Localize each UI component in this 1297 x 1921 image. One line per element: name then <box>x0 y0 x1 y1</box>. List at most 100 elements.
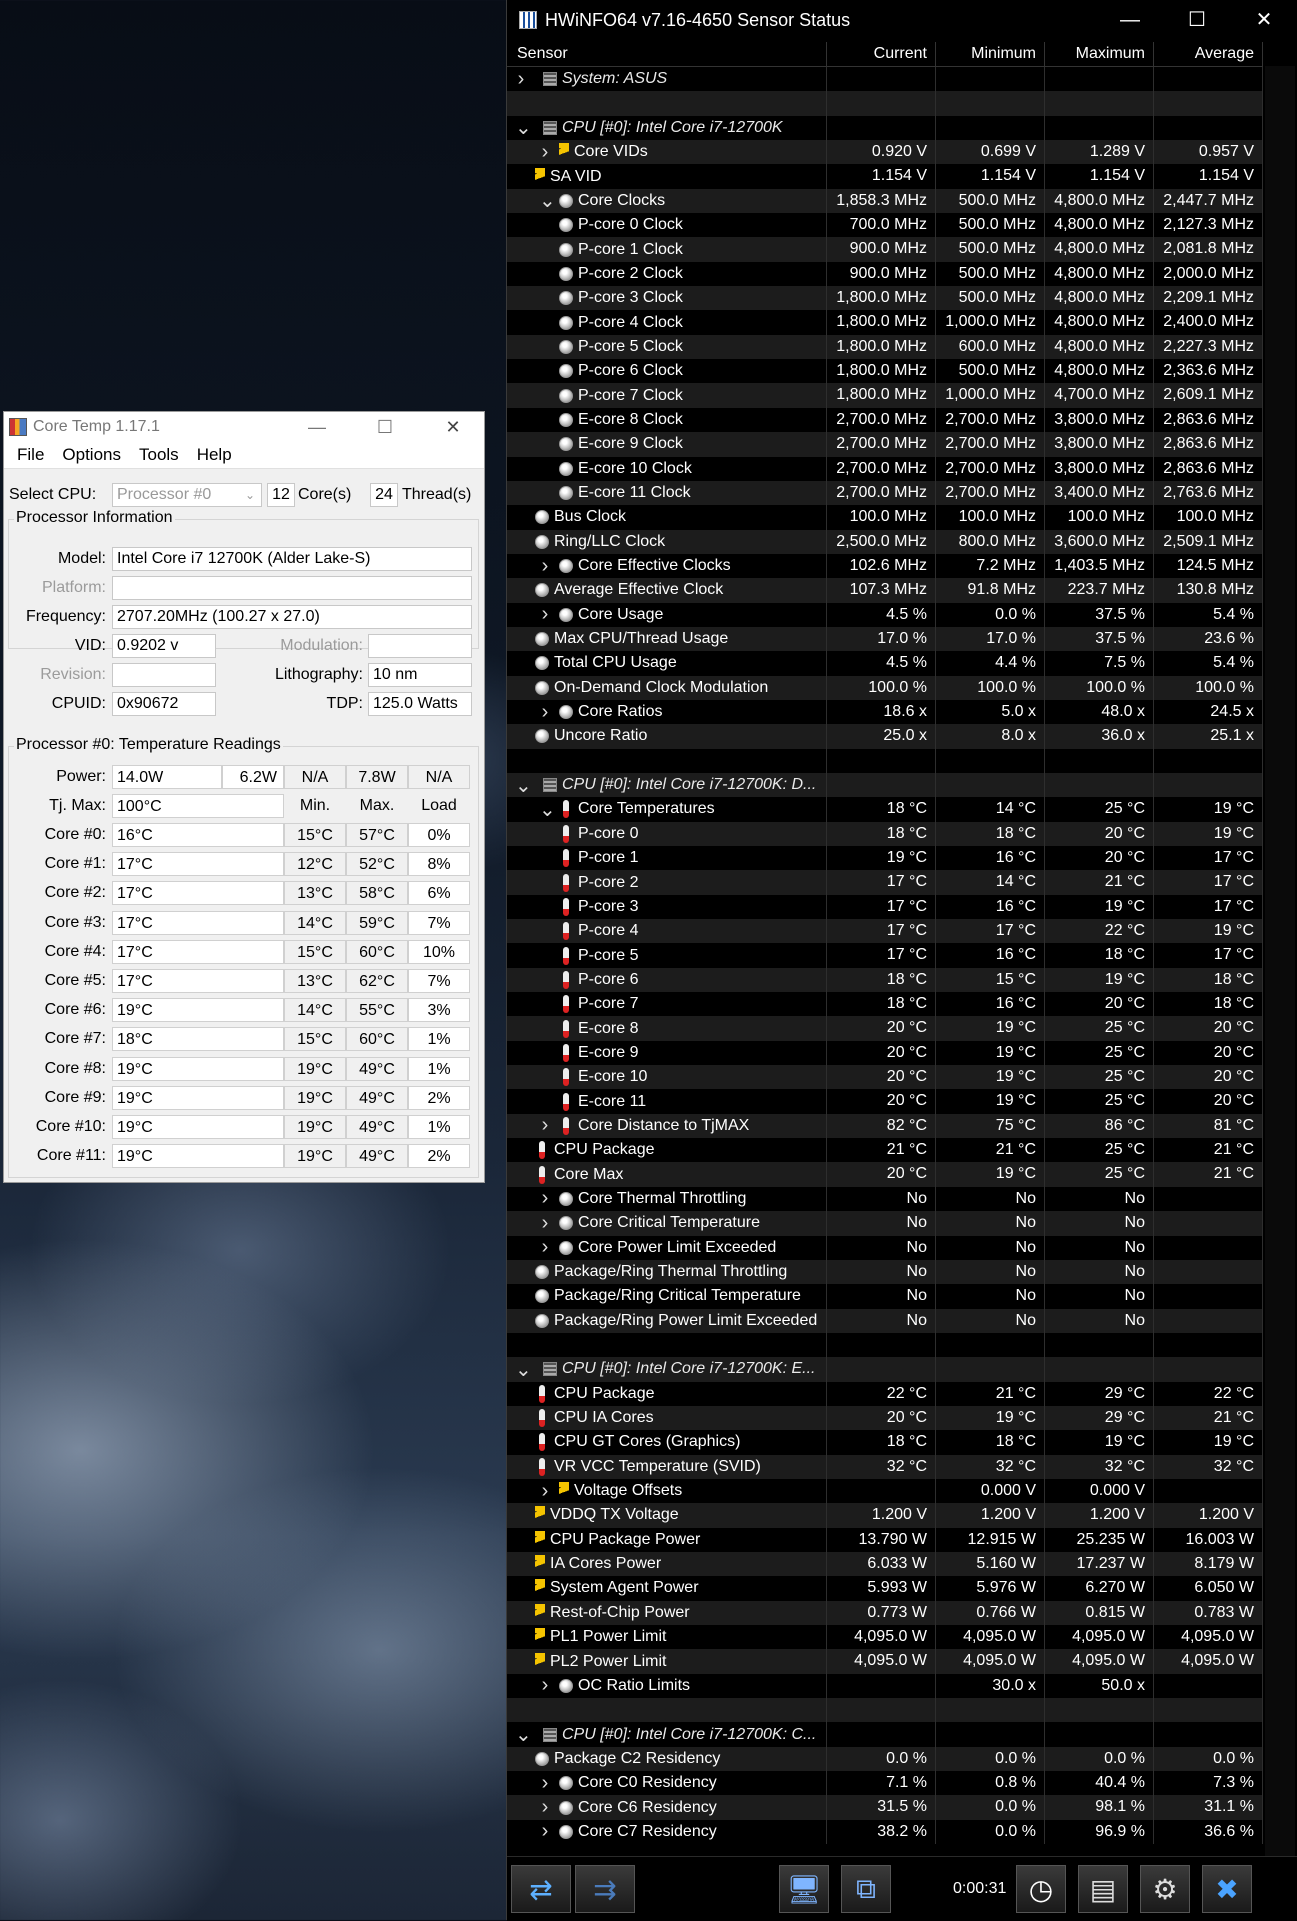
sensor-row[interactable]: ⌄ CPU [#0]: Intel Core i7-12700K: D... <box>507 772 1263 798</box>
col-maximum[interactable]: Maximum <box>1045 42 1154 66</box>
sensor-row[interactable]: On-Demand Clock Modulation 100.0 % 100.0 %… <box>507 675 1263 700</box>
sensor-row[interactable]: P-core 0 Clock 700.0 MHz 500.0 MHz 4,800.0 … <box>507 213 1263 238</box>
sensor-row[interactable]: Uncore Ratio 25.0 x 8.0 x 36.0 x 25.1 x <box>507 724 1263 749</box>
col-sensor[interactable]: Sensor <box>507 42 827 66</box>
sensor-row[interactable]: PL2 Power Limit 4,095.0 W 4,095.0 W 4,095.0… <box>507 1649 1263 1674</box>
sensor-row[interactable]: › Core Power Limit Exceeded No No No <box>507 1235 1263 1260</box>
collapse-chevron-icon[interactable]: ⌄ <box>539 797 556 821</box>
sensor-row[interactable]: E-core 8 Clock 2,700.0 MHz 2,700.0 MHz 3,80… <box>507 407 1263 433</box>
maximize-icon[interactable]: ☐ <box>362 412 408 442</box>
expand-chevron-icon[interactable]: › <box>539 1187 551 1210</box>
expand-chevron-icon[interactable]: › <box>539 603 551 626</box>
expand-chevron-icon[interactable]: › <box>539 1772 551 1795</box>
sensor-row[interactable]: E-core 10 20 °C 19 °C 25 °C 20 °C <box>507 1065 1263 1090</box>
sensor-row[interactable]: P-core 3 17 °C 16 °C 19 °C 17 °C <box>507 894 1263 920</box>
sensor-row[interactable]: › Core Thermal Throttling No No No <box>507 1186 1263 1212</box>
sensor-row[interactable]: SA VID 1.154 V 1.154 V 1.154 V 1.154 V <box>507 164 1263 189</box>
col-current[interactable]: Current <box>827 42 936 66</box>
collapse-chevron-icon[interactable]: ⌄ <box>515 1357 532 1381</box>
sensor-row[interactable]: IA Cores Power 6.033 W 5.160 W 17.237 W 8.17… <box>507 1551 1263 1577</box>
sensor-row[interactable]: E-core 9 20 °C 19 °C 25 °C 20 °C <box>507 1040 1263 1066</box>
sensor-row[interactable]: › Core C0 Residency 7.1 % 0.8 % 40.4 % 7.3 % <box>507 1771 1263 1796</box>
sensor-row[interactable]: Package C2 Residency 0.0 % 0.0 % 0.0 % 0.0 % <box>507 1746 1263 1772</box>
sensor-row[interactable]: Total CPU Usage 4.5 % 4.4 % 7.5 % 5.4 % <box>507 651 1263 676</box>
sensor-row[interactable]: › Core Critical Temperature No No No <box>507 1211 1263 1236</box>
sensor-row[interactable]: › Core Effective Clocks 102.6 MHz 7.2 MHz 1,… <box>507 553 1263 579</box>
sensor-row[interactable]: VDDQ TX Voltage 1.200 V 1.200 V 1.200 V 1.20… <box>507 1503 1263 1528</box>
network-button[interactable]: 🖥 <box>779 1865 829 1913</box>
expand-chevron-icon[interactable]: › <box>539 1674 551 1697</box>
settings-button[interactable]: ⚙ <box>1140 1865 1190 1913</box>
sensor-row[interactable]: CPU Package 21 °C 21 °C 25 °C 21 °C <box>507 1138 1263 1163</box>
sensor-row[interactable]: P-core 2 Clock 900.0 MHz 500.0 MHz 4,800.0 … <box>507 261 1263 287</box>
sensor-row[interactable]: P-core 2 17 °C 14 °C 21 °C 17 °C <box>507 870 1263 895</box>
sensor-row[interactable]: PL1 Power Limit 4,095.0 W 4,095.0 W 4,095.0… <box>507 1625 1263 1650</box>
sensor-row[interactable]: › Core Distance to TjMAX 82 °C 75 °C 86 °C 81… <box>507 1113 1263 1139</box>
sensor-row[interactable]: P-core 4 Clock 1,800.0 MHz 1,000.0 MHz 4,80… <box>507 310 1263 335</box>
select-cpu-dropdown[interactable]: Processor #0 ⌄ <box>112 483 262 507</box>
sensor-row[interactable]: Ring/LLC Clock 2,500.0 MHz 800.0 MHz 3,600.… <box>507 529 1263 554</box>
expand-chevron-icon[interactable]: › <box>539 1114 551 1137</box>
sensor-row[interactable]: P-core 7 Clock 1,800.0 MHz 1,000.0 MHz 4,70… <box>507 383 1263 408</box>
expand-chevron-icon[interactable]: › <box>539 1236 551 1259</box>
sensor-row[interactable]: P-core 7 18 °C 16 °C 20 °C 18 °C <box>507 992 1263 1017</box>
sensor-row[interactable]: CPU Package 22 °C 21 °C 29 °C 22 °C <box>507 1381 1263 1406</box>
collapse-chevron-icon[interactable]: ⌄ <box>515 773 532 797</box>
navigate-arrows-button[interactable]: ⇄ <box>511 1865 571 1913</box>
expand-chevron-icon[interactable]: › <box>539 1480 551 1503</box>
sensor-row[interactable]: System Agent Power 5.993 W 5.976 W 6.270 W6… <box>507 1576 1263 1601</box>
sensor-row[interactable]: CPU IA Cores 20 °C 19 °C 29 °C 21 °C <box>507 1405 1263 1431</box>
sensor-row[interactable]: P-core 5 17 °C 16 °C 18 °C 17 °C <box>507 943 1263 968</box>
sensor-row[interactable]: › System: ASUS <box>507 67 1263 92</box>
minimize-icon[interactable]: — <box>1100 0 1160 40</box>
sensor-row[interactable]: › Core Ratios 18.6 x 5.0 x 48.0 x 24.5 x <box>507 699 1263 725</box>
sensor-row[interactable]: ⌄ Core Clocks 1,858.3 MHz 500.0 MHz 4,800.0 … <box>507 188 1263 214</box>
sensor-row[interactable]: P-core 6 18 °C 15 °C 19 °C 18 °C <box>507 967 1263 993</box>
sensor-row[interactable]: ⌄ CPU [#0]: Intel Core i7-12700K: E... <box>507 1357 1263 1382</box>
sensor-row[interactable]: › Core VIDs 0.920 V 0.699 V 1.289 V 0.957 V <box>507 140 1263 165</box>
collapse-chevron-icon[interactable]: ⌄ <box>515 116 532 140</box>
log-button[interactable]: ▤ <box>1078 1865 1128 1913</box>
collapse-chevron-icon[interactable]: ⌄ <box>515 1722 532 1746</box>
sensor-row[interactable]: Core Max 20 °C 19 °C 25 °C 21 °C <box>507 1162 1263 1187</box>
exit-button[interactable]: ✖ <box>1202 1865 1252 1913</box>
sensor-row[interactable]: Bus Clock 100.0 MHz 100.0 MHz 100.0 MHz 100.… <box>507 505 1263 530</box>
sensor-row[interactable]: ⌄ CPU [#0]: Intel Core i7-12700K <box>507 115 1263 141</box>
expand-chevron-icon[interactable]: › <box>539 1796 551 1819</box>
remote-button[interactable]: ⧉ <box>841 1865 891 1913</box>
sensor-row[interactable]: P-core 1 19 °C 16 °C 20 °C 17 °C <box>507 846 1263 871</box>
sensor-row[interactable]: Max CPU/Thread Usage 17.0 % 17.0 % 37.5 % 23… <box>507 626 1263 652</box>
vertical-scrollbar[interactable] <box>1265 66 1295 1856</box>
sensor-row[interactable]: › OC Ratio Limits 30.0 x 50.0 x <box>507 1673 1263 1699</box>
sensor-row[interactable]: Rest-of-Chip Power 0.773 W 0.766 W 0.815 W0… <box>507 1600 1263 1625</box>
sensor-row[interactable]: ⌄ Core Temperatures 18 °C 14 °C 25 °C 19 °C <box>507 797 1263 822</box>
sensor-row[interactable]: ⌄ CPU [#0]: Intel Core i7-12700K: C... <box>507 1722 1263 1747</box>
clock-reset-button[interactable]: ◷ <box>1016 1865 1066 1913</box>
sensor-row[interactable]: Package/Ring Thermal Throttling No No No <box>507 1259 1263 1285</box>
sensor-row[interactable]: E-core 9 Clock 2,700.0 MHz 2,700.0 MHz 3,80… <box>507 432 1263 457</box>
expand-chevron-icon[interactable]: › <box>539 555 551 578</box>
sensor-row[interactable]: E-core 10 Clock 2,700.0 MHz 2,700.0 MHz 3,8… <box>507 456 1263 481</box>
sensor-row[interactable]: P-core 1 Clock 900.0 MHz 500.0 MHz 4,800.0 … <box>507 237 1263 262</box>
sensor-row[interactable]: E-core 11 20 °C 19 °C 25 °C 20 °C <box>507 1089 1263 1114</box>
sensor-row[interactable]: › Voltage Offsets 0.000 V 0.000 V <box>507 1478 1263 1504</box>
menu-help[interactable]: Help <box>188 445 241 465</box>
minimize-icon[interactable]: — <box>294 412 340 442</box>
close-icon[interactable]: ✕ <box>430 412 476 442</box>
sensor-row[interactable]: › Core C6 Residency 31.5 % 0.0 % 98.1 % 31.1 … <box>507 1795 1263 1820</box>
collapse-chevron-icon[interactable]: ⌄ <box>539 189 556 213</box>
sensor-row[interactable]: CPU Package Power 13.790 W 12.915 W 25.235 … <box>507 1527 1263 1552</box>
sensor-row[interactable]: P-core 4 17 °C 17 °C 22 °C 19 °C <box>507 919 1263 944</box>
maximize-icon[interactable]: ☐ <box>1167 0 1227 40</box>
expand-chevron-icon[interactable]: › <box>539 701 551 724</box>
expand-chevron-icon[interactable]: › <box>539 141 551 164</box>
sensor-row[interactable]: › Core Usage 4.5 % 0.0 % 37.5 % 5.4 % <box>507 602 1263 627</box>
menu-file[interactable]: File <box>8 445 53 465</box>
col-minimum[interactable]: Minimum <box>936 42 1045 66</box>
sensor-row[interactable]: Average Effective Clock 107.3 MHz 91.8 MHz… <box>507 578 1263 603</box>
expand-chevron-icon[interactable]: › <box>539 1820 551 1843</box>
expand-chevron-icon[interactable]: › <box>515 68 527 91</box>
sensor-row[interactable]: › Core C7 Residency 38.2 % 0.0 % 96.9 % 36.6 … <box>507 1819 1263 1845</box>
menu-options[interactable]: Options <box>53 445 130 465</box>
sensor-row[interactable]: P-core 6 Clock 1,800.0 MHz 500.0 MHz 4,800.… <box>507 359 1263 384</box>
